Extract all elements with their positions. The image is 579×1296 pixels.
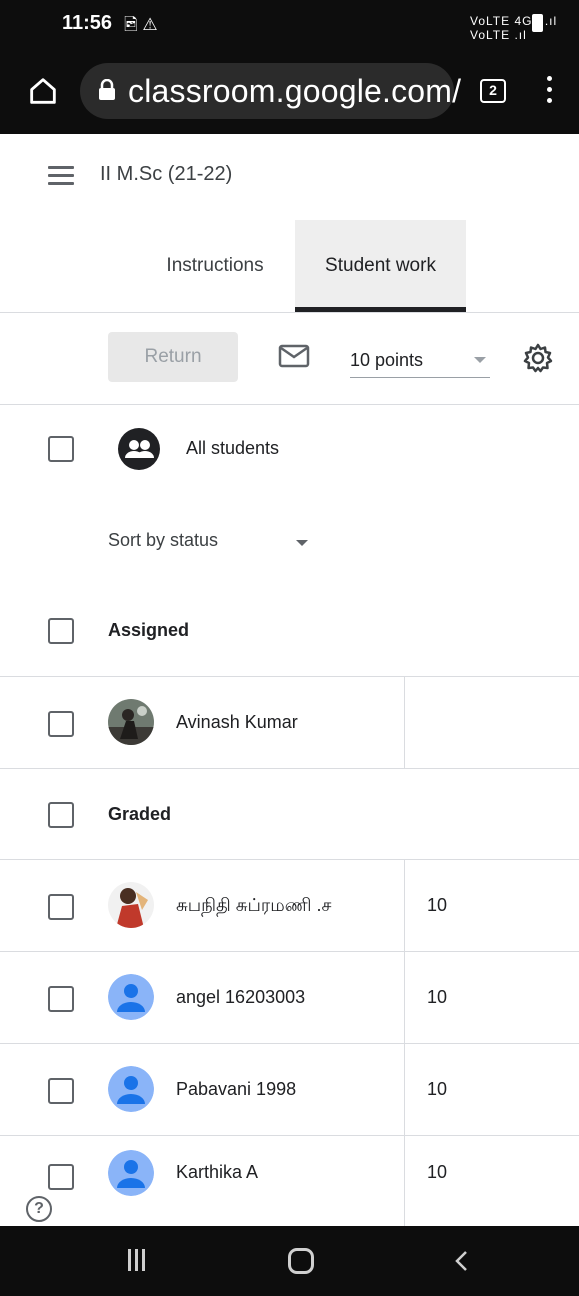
gear-icon[interactable] <box>522 342 554 374</box>
home-icon[interactable] <box>26 74 60 108</box>
student-name: angel 16203003 <box>176 987 306 1007</box>
signal-icon: VoLTE 4G+ .ıl VoLTE .ıl <box>470 14 558 42</box>
return-button[interactable]: Return <box>108 332 238 382</box>
tab-instructions[interactable]: Instructions <box>145 220 285 312</box>
default-avatar-icon <box>108 974 154 1020</box>
status-time: 11:56 <box>62 12 113 34</box>
points-value: 10 points <box>350 350 424 370</box>
address-bar[interactable]: classroom.google.com/ <box>80 63 461 119</box>
student-grade[interactable]: 10 <box>427 1162 447 1183</box>
column-divider <box>404 1044 405 1136</box>
assigned-group-checkbox[interactable] <box>48 618 74 644</box>
student-checkbox[interactable] <box>48 986 74 1012</box>
hamburger-menu-icon[interactable] <box>48 166 74 186</box>
student-grade[interactable]: 10 <box>427 987 447 1008</box>
browser-menu-icon[interactable] <box>544 76 554 106</box>
header-divider <box>0 312 579 313</box>
recents-icon[interactable] <box>128 1249 150 1271</box>
all-students-label: All students <box>186 438 280 458</box>
system-navigation-bar <box>0 1226 579 1296</box>
student-name: சுபநிதி சுப்ரமணி .ச <box>176 895 332 915</box>
lock-icon <box>99 79 115 100</box>
table-row[interactable]: Karthika A 10 <box>0 1135 579 1228</box>
table-row[interactable]: Avinash Kumar <box>0 676 579 769</box>
help-icon[interactable]: ? <box>26 1196 52 1222</box>
email-icon[interactable] <box>278 344 310 368</box>
student-name: Karthika A <box>176 1162 259 1182</box>
home-button-icon[interactable] <box>288 1248 314 1274</box>
student-name: Pabavani 1998 <box>176 1079 297 1099</box>
status-bar: 11:56 🖻 ⚠ VoLTE 4G+ .ıl VoLTE .ıl <box>0 0 579 46</box>
student-grade[interactable]: 10 <box>427 1079 447 1100</box>
group-icon <box>118 428 160 470</box>
student-checkbox[interactable] <box>48 1164 74 1190</box>
group-divider <box>0 768 579 769</box>
sort-dropdown[interactable]: Sort by status <box>108 530 218 551</box>
graded-group-checkbox[interactable] <box>48 802 74 828</box>
table-row[interactable]: Pabavani 1998 10 <box>0 1043 579 1136</box>
student-grade[interactable]: 10 <box>427 895 447 916</box>
default-avatar-icon <box>108 1150 154 1196</box>
class-title[interactable]: II M.Sc (21-22) <box>100 163 232 186</box>
student-checkbox[interactable] <box>48 711 74 737</box>
column-divider <box>404 952 405 1044</box>
back-icon[interactable] <box>452 1250 472 1272</box>
student-checkbox[interactable] <box>48 894 74 920</box>
toolbar-divider <box>0 404 579 405</box>
column-divider <box>404 677 405 769</box>
column-divider <box>404 1136 405 1228</box>
table-row[interactable]: angel 16203003 10 <box>0 951 579 1044</box>
chevron-down-icon[interactable] <box>296 540 308 546</box>
tab-student-work[interactable]: Student work <box>295 220 466 312</box>
student-name: Avinash Kumar <box>176 712 298 732</box>
select-all-checkbox[interactable] <box>48 436 74 462</box>
url-text: classroom.google.com/ <box>128 73 462 109</box>
group-header-graded: Graded <box>108 804 172 824</box>
avatar <box>108 882 154 928</box>
column-divider <box>404 860 405 952</box>
default-avatar-icon <box>108 1066 154 1112</box>
battery-icon <box>532 14 543 32</box>
browser-toolbar: classroom.google.com/ 2 <box>0 46 579 134</box>
tab-switcher-button[interactable]: 2 <box>480 79 506 103</box>
chevron-down-icon <box>474 357 486 363</box>
group-header-assigned: Assigned <box>108 620 190 640</box>
table-row[interactable]: சுபநிதி சுப்ரமணி .ச 10 <box>0 859 579 952</box>
student-checkbox[interactable] <box>48 1078 74 1104</box>
notification-icons: 🖻 ⚠ <box>124 15 158 34</box>
avatar <box>108 699 154 745</box>
points-dropdown[interactable]: 10 points <box>350 340 490 378</box>
